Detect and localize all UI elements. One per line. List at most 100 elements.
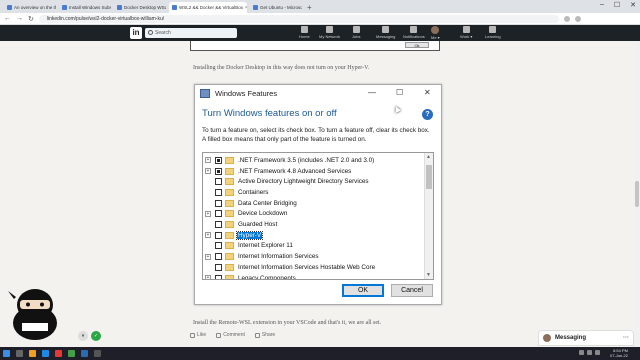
edge-icon[interactable] <box>42 350 49 357</box>
feature-row[interactable]: + .NET Framework 4.8 Advanced Services <box>203 166 423 177</box>
feature-checkbox[interactable] <box>215 253 222 261</box>
nav-item-me[interactable]: Me ▾ <box>431 26 440 40</box>
search-input[interactable]: Search <box>145 28 237 38</box>
dialog-maximize-icon[interactable]: ☐ <box>396 88 403 97</box>
feature-checkbox[interactable] <box>215 221 222 229</box>
feature-checkbox[interactable] <box>215 188 222 196</box>
url-field[interactable]: linkedin.com/pulse/wsl2-docker-virtualbo… <box>38 14 559 23</box>
forward-icon[interactable]: → <box>16 15 23 22</box>
app-icon[interactable] <box>55 350 62 357</box>
expand-icon[interactable]: + <box>205 253 211 260</box>
feature-row[interactable]: + Legacy Components <box>203 273 423 279</box>
feature-label[interactable]: Internet Explorer 11 <box>237 242 294 249</box>
feature-label[interactable]: Internet Information Services <box>237 253 320 260</box>
expand-icon[interactable]: + <box>205 210 211 217</box>
feature-row[interactable]: Active Directory Lightweight Directory S… <box>203 176 423 187</box>
feature-checkbox[interactable] <box>215 210 222 218</box>
feature-label[interactable]: .NET Framework 3.5 (includes .NET 2.0 an… <box>237 157 375 164</box>
browser-tab[interactable]: An overview on the the Windo× <box>4 2 56 13</box>
ok-button[interactable]: OK <box>342 284 384 297</box>
like-button[interactable]: Like <box>190 332 206 338</box>
scroll-up-icon[interactable]: ▲ <box>426 154 431 160</box>
file-explorer-icon[interactable] <box>29 350 36 357</box>
help-icon[interactable]: ? <box>422 109 433 120</box>
feature-label[interactable]: Data Center Bridging <box>237 200 298 207</box>
profile-icon[interactable] <box>574 15 581 22</box>
chrome-icon[interactable] <box>68 350 75 357</box>
feature-checkbox[interactable] <box>215 199 222 207</box>
nav-item-jobs[interactable]: Jobs <box>352 26 360 39</box>
start-icon[interactable] <box>3 350 10 357</box>
folder-icon <box>225 231 234 239</box>
expand-icon[interactable]: + <box>205 168 211 175</box>
nav-item-home[interactable]: Home <box>299 26 310 39</box>
messaging-panel[interactable]: Messaging ··· <box>538 330 634 346</box>
feature-row[interactable]: Data Center Bridging <box>203 198 423 209</box>
comment-button[interactable]: Comment <box>216 332 245 338</box>
browser-tab[interactable]: WSL2 && Docker && VirtualBox × <box>169 2 247 13</box>
feature-row[interactable]: + Hyper-V <box>203 230 423 241</box>
more-icon[interactable]: ··· <box>623 335 629 341</box>
clock[interactable]: 8:54 PM 07-Jun-22 <box>610 348 628 358</box>
browser-tab[interactable]: Install Windows Subsystem for L× <box>59 2 111 13</box>
nav-item-my-network[interactable]: My Network <box>319 26 340 39</box>
terminal-icon[interactable] <box>94 350 101 357</box>
tab-close-icon[interactable]: × <box>245 5 247 11</box>
feature-checkbox[interactable] <box>215 156 222 164</box>
battery-icon[interactable] <box>595 350 600 355</box>
nav-item-learning[interactable]: Learning <box>485 26 501 39</box>
feature-label[interactable]: Guarded Host <box>237 221 278 228</box>
feature-checkbox[interactable] <box>215 231 222 239</box>
feature-row[interactable]: + Internet Information Services <box>203 251 423 262</box>
feature-label[interactable]: .NET Framework 4.8 Advanced Services <box>237 168 352 175</box>
feature-checkbox[interactable] <box>215 167 222 175</box>
feature-label[interactable]: Containers <box>237 189 269 196</box>
feature-label[interactable]: Active Directory Lightweight Directory S… <box>237 178 370 185</box>
feature-label[interactable]: Legacy Components <box>237 275 297 279</box>
browser-tab[interactable]: Get Ubuntu - Microsoft Store e× <box>250 2 302 13</box>
feature-row[interactable]: Internet Explorer 11 <box>203 241 423 252</box>
dialog-minimize-icon[interactable]: — <box>368 88 376 97</box>
nav-item-notifications[interactable]: Notifications <box>403 26 425 39</box>
expand-icon[interactable]: + <box>205 232 211 239</box>
feature-checkbox[interactable] <box>215 263 222 271</box>
nav-item-messaging[interactable]: Messaging <box>376 26 395 39</box>
maximize-icon[interactable]: ☐ <box>614 1 620 9</box>
feature-label[interactable]: Hyper-V <box>235 230 264 240</box>
feature-label[interactable]: Internet Information Services Hostable W… <box>237 264 376 271</box>
minimize-icon[interactable]: – <box>600 1 604 9</box>
check-icon[interactable]: ✓ <box>91 331 101 341</box>
tree-scrollbar[interactable]: ▲ ▼ <box>424 153 433 279</box>
close-icon[interactable]: ✕ <box>630 1 636 9</box>
scroll-down-icon[interactable]: ▼ <box>426 272 431 278</box>
vscode-icon[interactable] <box>81 350 88 357</box>
page-scroll-thumb[interactable] <box>635 181 639 207</box>
cancel-button[interactable]: Cancel <box>391 284 433 297</box>
pause-icon[interactable]: ⏸ <box>78 331 88 341</box>
search-taskbar-icon[interactable] <box>16 350 23 357</box>
expand-icon[interactable]: + <box>205 275 211 279</box>
back-icon[interactable]: ← <box>4 15 11 22</box>
page-scrollbar[interactable] <box>634 41 640 347</box>
nav-item-work[interactable]: Work ▾ <box>460 26 472 39</box>
feature-checkbox[interactable] <box>215 274 222 279</box>
feature-row[interactable]: Containers <box>203 187 423 198</box>
feature-checkbox[interactable] <box>215 178 222 186</box>
new-tab-button[interactable]: + <box>307 3 312 13</box>
share-button[interactable]: Share <box>254 332 275 338</box>
feature-row[interactable]: + .NET Framework 3.5 (includes .NET 2.0 a… <box>203 155 423 166</box>
reload-icon[interactable]: ↻ <box>28 15 34 23</box>
dialog-close-icon[interactable]: ✕ <box>424 88 431 97</box>
feature-row[interactable]: + Device Lockdown <box>203 209 423 220</box>
feature-row[interactable]: Internet Information Services Hostable W… <box>203 262 423 273</box>
expand-icon[interactable]: + <box>205 157 211 164</box>
feature-label[interactable]: Device Lockdown <box>237 210 288 217</box>
volume-icon[interactable] <box>587 350 592 355</box>
feature-checkbox[interactable] <box>215 242 222 250</box>
network-icon[interactable] <box>579 350 584 355</box>
browser-tab[interactable]: Docker Desktop WSL 2 backend× <box>114 2 166 13</box>
scroll-thumb[interactable] <box>426 165 432 189</box>
linkedin-logo[interactable]: in <box>130 27 142 39</box>
extension-icon[interactable] <box>563 15 570 22</box>
feature-row[interactable]: Guarded Host <box>203 219 423 230</box>
